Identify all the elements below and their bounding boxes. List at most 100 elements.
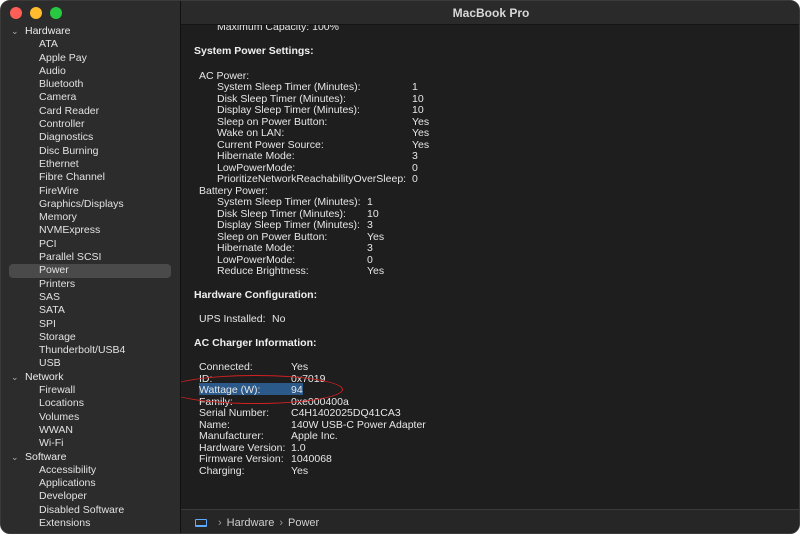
sidebar-item-wi-fi[interactable]: Wi-Fi — [9, 437, 171, 450]
setting-key: Disk Sleep Timer (Minutes): — [217, 207, 346, 220]
minimize-icon[interactable] — [30, 7, 42, 19]
sidebar-item-accessibility[interactable]: Accessibility — [9, 464, 171, 477]
laptop-icon — [195, 518, 207, 527]
sidebar-item-developer[interactable]: Developer — [9, 490, 171, 503]
sidebar-group-hardware[interactable]: ⌄ Hardware — [1, 25, 181, 38]
sidebar-group-label: Network — [25, 370, 64, 383]
sidebar-item-pci[interactable]: PCI — [9, 238, 171, 251]
sidebar-item-graphics-displays[interactable]: Graphics/Displays — [9, 198, 171, 211]
subsection-label: Battery Power: — [199, 184, 268, 197]
charger-value: 1040068 — [291, 453, 332, 465]
traffic-lights — [10, 7, 62, 19]
charger-value: C4H1402025DQ41CA3 — [291, 407, 401, 419]
sidebar-item-disabled-software[interactable]: Disabled Software — [9, 504, 171, 517]
setting-key: Sleep on Power Button: — [217, 115, 328, 128]
sidebar-item-locations[interactable]: Locations — [9, 397, 171, 410]
charger-key: Connected: — [199, 361, 253, 373]
setting-key: Display Sleep Timer (Minutes): — [217, 219, 360, 231]
section-title: Hardware Configuration: — [194, 289, 318, 301]
sidebar-item-apple-pay[interactable]: Apple Pay — [9, 52, 171, 65]
system-information-window: ⌄ Hardware ATA Apple Pay Audio Bluetooth Camer… — [0, 0, 800, 534]
sidebar-item-disc-burning[interactable]: Disc Burning — [9, 145, 171, 158]
sidebar-item-applications[interactable]: Applications — [9, 477, 171, 490]
sidebar-item-sata[interactable]: SATA — [9, 304, 171, 317]
sidebar-item-extensions[interactable]: Extensions — [9, 517, 171, 530]
sidebar-item-camera[interactable]: Camera — [9, 91, 171, 104]
charger-key: Hardware Version: — [199, 441, 286, 454]
sidebar-item-audio[interactable]: Audio — [9, 65, 171, 78]
sidebar-group-label: Software — [25, 450, 67, 463]
chevron-down-icon[interactable]: ⌄ — [11, 25, 25, 38]
path-separator: › — [279, 516, 284, 529]
sidebar-item-diagnostics[interactable]: Diagnostics — [9, 131, 171, 144]
sidebar-item-parallel-scsi[interactable]: Parallel SCSI — [9, 251, 171, 264]
path-bar: › Hardware › Power — [181, 509, 799, 533]
setting-key: Hibernate Mode: — [217, 150, 295, 162]
setting-value: Yes — [367, 265, 385, 277]
sidebar-group-software[interactable]: ⌄ Software — [1, 451, 181, 464]
sidebar-item-firewall[interactable]: Firewall — [9, 384, 171, 397]
sidebar-item-printers[interactable]: Printers — [9, 278, 171, 291]
setting-value: 3 — [367, 242, 373, 254]
sidebar-item-sas[interactable]: SAS — [9, 291, 171, 304]
sidebar-item-card-reader[interactable]: Card Reader — [9, 105, 171, 118]
charger-value: 140W USB-C Power Adapter — [291, 418, 426, 431]
setting-key: Reduce Brightness: — [217, 265, 309, 277]
sidebar-item-nvmexpress[interactable]: NVMExpress — [9, 224, 171, 237]
category-tree: ⌄ Hardware ATA Apple Pay Audio Bluetooth Camer… — [1, 25, 181, 530]
sidebar-group-network[interactable]: ⌄ Network — [1, 371, 181, 384]
sidebar-item-ata[interactable]: ATA — [9, 38, 171, 51]
sidebar-item-wwan[interactable]: WWAN — [9, 424, 171, 437]
setting-value: Yes — [412, 138, 430, 151]
charger-key: Manufacturer: — [199, 430, 264, 442]
charger-key: Charging: — [199, 464, 245, 477]
setting-key: System Sleep Timer (Minutes): — [217, 81, 361, 93]
charger-key: Serial Number: — [199, 407, 270, 419]
setting-value: 10 — [367, 207, 379, 220]
setting-key: UPS Installed: — [199, 313, 266, 325]
charger-value: Apple Inc. — [291, 430, 338, 442]
setting-value: 3 — [412, 150, 418, 162]
path-separator: › — [218, 516, 222, 529]
sidebar: ⌄ Hardware ATA Apple Pay Audio Bluetooth Camer… — [1, 1, 181, 533]
charger-value: Yes — [291, 464, 309, 477]
setting-key: Current Power Source: — [217, 138, 324, 151]
sidebar-item-ethernet[interactable]: Ethernet — [9, 158, 171, 171]
zoom-icon[interactable] — [50, 7, 62, 19]
setting-value: 0 — [412, 173, 418, 185]
setting-value: Yes — [412, 115, 430, 128]
chevron-down-icon[interactable]: ⌄ — [11, 371, 25, 384]
path-crumb-power[interactable]: Power — [288, 517, 319, 529]
path-crumb-hardware[interactable]: Hardware — [227, 517, 275, 529]
charger-value: 1.0 — [291, 441, 306, 454]
sidebar-item-power[interactable]: Power — [9, 264, 171, 278]
sidebar-item-thunderbolt-usb4[interactable]: Thunderbolt/USB4 — [9, 344, 171, 357]
charger-key: Firmware Version: — [199, 453, 284, 465]
sidebar-item-fibre-channel[interactable]: Fibre Channel — [9, 171, 171, 184]
window-title: MacBook Pro — [181, 1, 799, 25]
sidebar-item-memory[interactable]: Memory — [9, 211, 171, 224]
sidebar-item-firewire[interactable]: FireWire — [9, 185, 171, 198]
sidebar-item-controller[interactable]: Controller — [9, 118, 171, 131]
setting-value: No — [272, 313, 286, 325]
setting-value: 10 — [412, 92, 424, 105]
sidebar-item-volumes[interactable]: Volumes — [9, 411, 171, 424]
sidebar-item-usb[interactable]: USB — [9, 357, 171, 370]
sidebar-item-storage[interactable]: Storage — [9, 331, 171, 344]
setting-value: 1 — [367, 196, 373, 208]
chevron-down-icon[interactable]: ⌄ — [11, 451, 25, 464]
detail-content: Maximum Capacity: 100% System Power Setti… — [181, 25, 799, 509]
setting-key: Wake on LAN: — [217, 127, 285, 139]
setting-value: 0 — [367, 253, 373, 266]
charger-key: Name: — [199, 418, 230, 431]
setting-key: LowPowerMode: — [217, 161, 296, 174]
partial-row: Maximum Capacity: 100% — [217, 25, 339, 33]
setting-value: Yes — [412, 127, 430, 139]
section-title: AC Charger Information: — [194, 337, 317, 349]
setting-key: System Sleep Timer (Minutes): — [217, 196, 361, 208]
close-icon[interactable] — [10, 7, 22, 19]
setting-key: PrioritizeNetworkReachabilityOverSleep: — [217, 173, 407, 185]
sidebar-item-bluetooth[interactable]: Bluetooth — [9, 78, 171, 91]
sidebar-item-spi[interactable]: SPI — [9, 318, 171, 331]
setting-key: Hibernate Mode: — [217, 242, 295, 254]
